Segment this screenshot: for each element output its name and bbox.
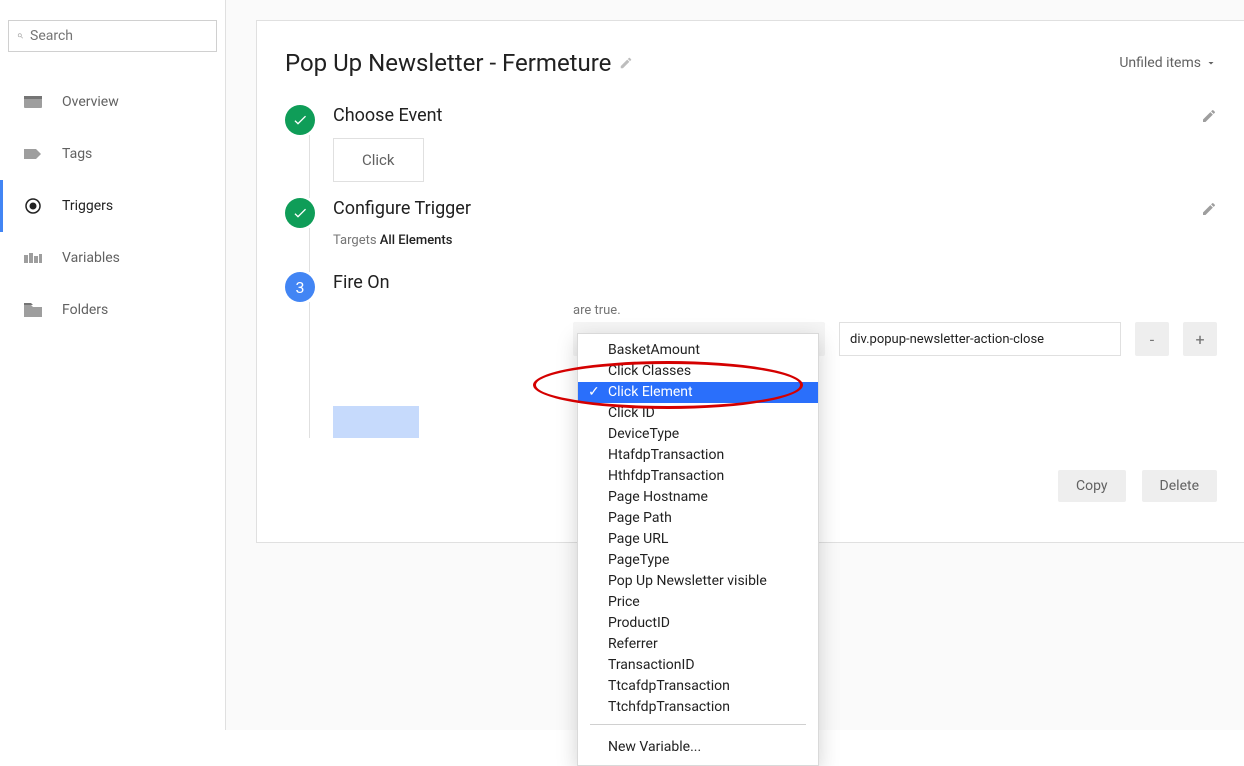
variable-option[interactable]: HtafdpTransaction bbox=[578, 445, 818, 466]
save-button[interactable] bbox=[333, 406, 419, 438]
condition-hint: are true. bbox=[573, 303, 1217, 318]
folder-label: Unfiled items bbox=[1119, 55, 1201, 71]
nav-label: Folders bbox=[62, 302, 108, 318]
variable-option[interactable]: TransactionID bbox=[578, 655, 818, 676]
variable-option[interactable]: BasketAmount bbox=[578, 340, 818, 361]
step3-badge: 3 bbox=[285, 272, 315, 302]
variable-option[interactable]: PageType bbox=[578, 550, 818, 571]
copy-button[interactable]: Copy bbox=[1058, 470, 1126, 502]
folder-icon bbox=[24, 303, 42, 317]
delete-button[interactable]: Delete bbox=[1142, 470, 1217, 502]
check-icon bbox=[292, 112, 308, 128]
page-title: Pop Up Newsletter - Fermeture bbox=[285, 49, 611, 77]
add-condition-button[interactable]: + bbox=[1183, 322, 1217, 356]
step2-title: Configure Trigger bbox=[333, 198, 471, 219]
variable-option[interactable]: Page Path bbox=[578, 508, 818, 529]
variable-option[interactable]: Click Element bbox=[578, 382, 818, 403]
trigger-icon bbox=[24, 199, 42, 213]
step3-title: Fire On bbox=[333, 272, 1217, 293]
step2-badge bbox=[285, 198, 315, 228]
new-variable-option[interactable]: New Variable... bbox=[578, 731, 818, 765]
nav-folders[interactable]: Folders bbox=[0, 284, 225, 336]
edit-step1-icon[interactable] bbox=[1201, 108, 1217, 124]
variable-option[interactable]: HthfdpTransaction bbox=[578, 466, 818, 487]
variable-option[interactable]: Pop Up Newsletter visible bbox=[578, 571, 818, 592]
sidebar: Overview Tags Triggers Variables bbox=[0, 0, 226, 730]
variable-option[interactable]: Page Hostname bbox=[578, 487, 818, 508]
search-input[interactable] bbox=[30, 28, 208, 44]
search-box[interactable] bbox=[8, 20, 217, 52]
variable-option[interactable]: Click ID bbox=[578, 403, 818, 424]
variable-dropdown[interactable]: BasketAmountClick ClassesClick ElementCl… bbox=[577, 333, 819, 766]
condition-value-input[interactable] bbox=[839, 322, 1121, 356]
step1-title: Choose Event bbox=[333, 105, 442, 126]
nav-label: Overview bbox=[62, 94, 119, 110]
nav-tags[interactable]: Tags bbox=[0, 128, 225, 180]
nav-overview[interactable]: Overview bbox=[0, 76, 225, 128]
chevron-down-icon bbox=[1205, 57, 1217, 69]
variable-option[interactable]: Price bbox=[578, 592, 818, 613]
nav-triggers[interactable]: Triggers bbox=[0, 180, 225, 232]
remove-condition-button[interactable]: - bbox=[1135, 322, 1169, 356]
variable-option[interactable]: TtcafdpTransaction bbox=[578, 676, 818, 697]
event-chip: Click bbox=[333, 138, 424, 182]
tag-icon bbox=[24, 147, 42, 161]
search-icon bbox=[17, 29, 24, 43]
check-icon bbox=[292, 205, 308, 221]
variables-icon bbox=[24, 251, 42, 265]
variable-option[interactable]: Click Classes bbox=[578, 361, 818, 382]
app-root: Overview Tags Triggers Variables bbox=[0, 0, 1244, 730]
overview-icon bbox=[24, 95, 42, 109]
trigger-card: Pop Up Newsletter - Fermeture Unfiled it… bbox=[256, 20, 1244, 543]
variable-option[interactable]: Referrer bbox=[578, 634, 818, 655]
step1-badge bbox=[285, 105, 315, 135]
variable-option[interactable]: Page URL bbox=[578, 529, 818, 550]
step2-subtitle: Targets All Elements bbox=[333, 233, 1217, 248]
nav-label: Variables bbox=[62, 250, 120, 266]
variable-option[interactable]: ProductID bbox=[578, 613, 818, 634]
folder-selector[interactable]: Unfiled items bbox=[1119, 55, 1217, 71]
edit-title-icon[interactable] bbox=[619, 56, 633, 70]
nav-variables[interactable]: Variables bbox=[0, 232, 225, 284]
variable-option[interactable]: DeviceType bbox=[578, 424, 818, 445]
edit-step2-icon[interactable] bbox=[1201, 201, 1217, 217]
main: Pop Up Newsletter - Fermeture Unfiled it… bbox=[226, 0, 1244, 730]
nav-label: Tags bbox=[62, 146, 92, 162]
nav-label: Triggers bbox=[62, 198, 113, 214]
variable-option[interactable]: TtchfdpTransaction bbox=[578, 697, 818, 718]
